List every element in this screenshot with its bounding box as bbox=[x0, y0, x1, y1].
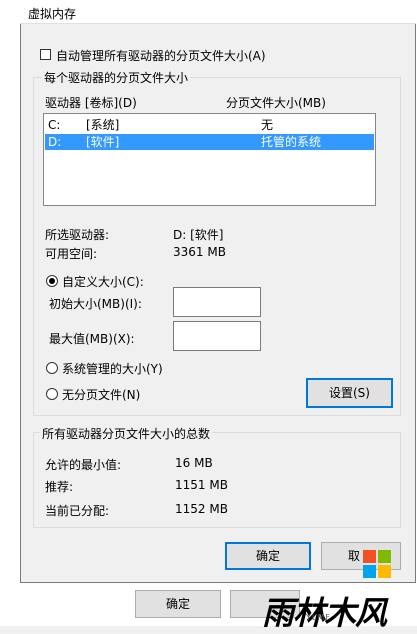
drive-letter: D: bbox=[48, 135, 62, 149]
drive-label: [软件] bbox=[86, 135, 120, 149]
watermark-subtext: YLMF bbox=[306, 613, 331, 622]
system-managed-radio[interactable] bbox=[46, 362, 58, 374]
title-bar bbox=[20, 0, 416, 24]
free-space-value: 3361 MB bbox=[173, 245, 226, 259]
min-allowed-value: 16 MB bbox=[175, 456, 213, 470]
set-button[interactable]: 设置(S) bbox=[306, 378, 393, 408]
drive-list[interactable]: C: [系统] 无 D: [软件] 托管的系统 bbox=[43, 113, 376, 206]
auto-manage-label[interactable]: 自动管理所有驱动器的分页文件大小(A) bbox=[56, 47, 266, 64]
ok-button[interactable]: 确定 bbox=[225, 542, 311, 570]
windows-logo-icon bbox=[363, 550, 391, 578]
current-allocated-value: 1152 MB bbox=[175, 502, 228, 516]
current-allocated-label: 当前已分配: bbox=[45, 504, 110, 518]
drive-size: 无 bbox=[261, 118, 274, 132]
selected-drive-value: D: [软件] bbox=[173, 228, 224, 242]
free-space-label: 可用空间: bbox=[45, 247, 98, 261]
drive-row-c[interactable]: C: [系统] 无 bbox=[45, 117, 374, 133]
drive-row-d[interactable]: D: [软件] 托管的系统 bbox=[45, 134, 374, 150]
column-header-size: 分页文件大小(MB) bbox=[226, 96, 326, 110]
no-paging-file-radio[interactable] bbox=[46, 388, 58, 400]
column-header-drive: 驱动器 [卷标](D) bbox=[45, 96, 137, 110]
dialog-title: 虚拟内存 bbox=[28, 7, 77, 21]
drive-size: 托管的系统 bbox=[261, 135, 322, 149]
max-size-input[interactable] bbox=[173, 321, 261, 351]
max-size-label: 最大值(MB)(X): bbox=[49, 332, 135, 346]
recommended-label: 推荐: bbox=[45, 480, 74, 494]
initial-size-input[interactable] bbox=[173, 287, 261, 317]
drive-label: [系统] bbox=[86, 118, 120, 132]
min-allowed-label: 允许的最小值: bbox=[45, 458, 122, 472]
watermark-logo: 雨林木风 bbox=[262, 594, 387, 632]
initial-size-label: 初始大小(MB)(I): bbox=[49, 297, 142, 311]
auto-manage-checkbox[interactable] bbox=[40, 49, 51, 60]
selected-drive-label: 所选驱动器: bbox=[45, 228, 110, 242]
recommended-value: 1151 MB bbox=[175, 478, 228, 492]
background-ok-button[interactable]: 确定 bbox=[135, 590, 221, 618]
custom-size-label[interactable]: 自定义大小(C): bbox=[62, 273, 144, 290]
drive-letter: C: bbox=[48, 118, 61, 132]
totals-group-label: 所有驱动器分页文件大小的总数 bbox=[40, 425, 213, 442]
per-drive-group-label: 每个驱动器的分页文件大小 bbox=[42, 69, 191, 86]
no-paging-file-label[interactable]: 无分页文件(N) bbox=[62, 386, 140, 403]
system-managed-label[interactable]: 系统管理的大小(Y) bbox=[62, 360, 163, 377]
custom-size-radio[interactable] bbox=[46, 275, 58, 287]
